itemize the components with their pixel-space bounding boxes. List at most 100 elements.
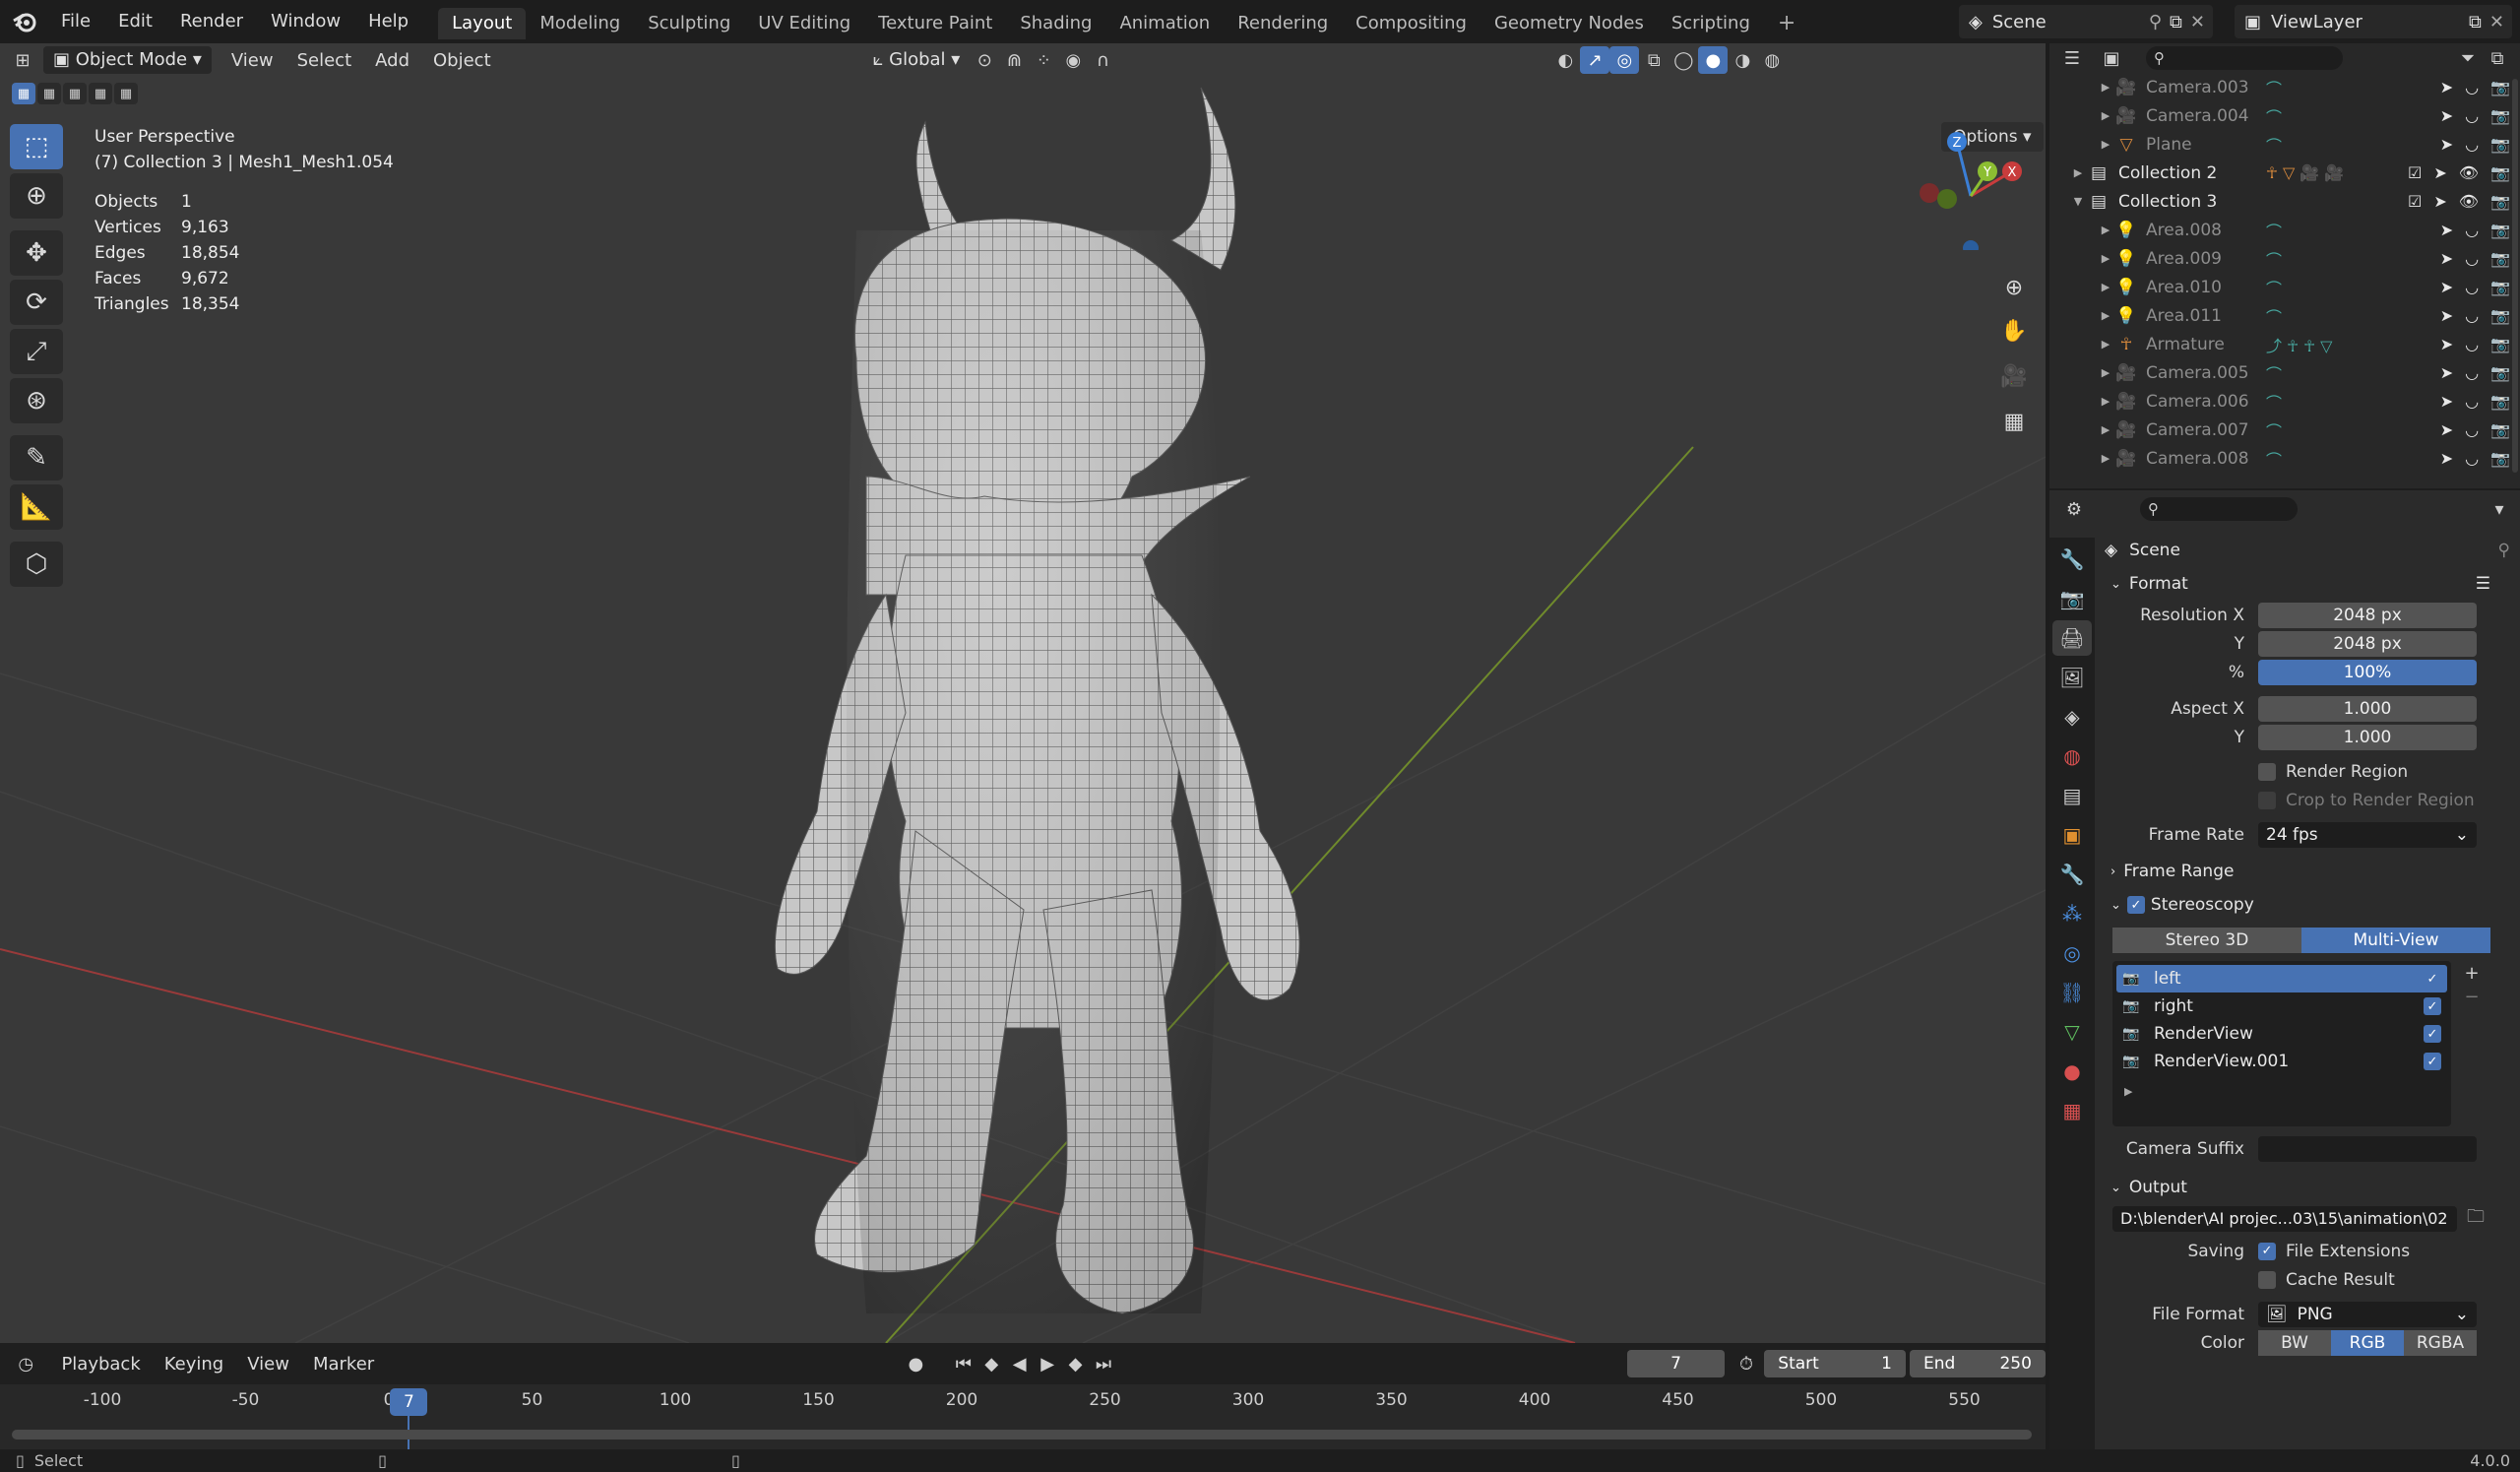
render-camera-icon[interactable]: 📷: [2490, 163, 2510, 182]
crop-region-checkbox[interactable]: [2258, 791, 2276, 809]
timeline-menu-marker[interactable]: Marker: [301, 1354, 386, 1375]
outliner-object-row[interactable]: ▶ 💡 Area.009 ⌒ ➤ ◡ 📷: [2049, 244, 2520, 273]
solid-shading-icon[interactable]: ●: [1698, 46, 1729, 74]
tab-texture-paint[interactable]: Texture Paint: [864, 8, 1006, 39]
physics-tab-icon[interactable]: ◎: [2052, 935, 2092, 971]
expand-right-icon[interactable]: ▶: [2097, 366, 2114, 379]
render-camera-icon[interactable]: 📷: [2490, 363, 2510, 382]
render-camera-icon[interactable]: 📷: [2490, 221, 2510, 239]
navigation-gizmo[interactable]: Z X Y: [1910, 122, 2028, 250]
snap-icon[interactable]: ⋒: [999, 46, 1029, 74]
tab-modeling[interactable]: Modeling: [526, 8, 634, 39]
file-extensions-row[interactable]: Saving ✓ File Extensions: [2099, 1237, 2520, 1265]
modifier-tab-icon[interactable]: 🔧: [2052, 857, 2092, 892]
selectable-arrow-icon[interactable]: ➤: [2440, 106, 2453, 125]
expand-right-icon[interactable]: ▶: [2097, 395, 2114, 408]
outliner-object-row[interactable]: ▶ 🎥 Camera.007 ⌒ ➤ ◡ 📷: [2049, 416, 2520, 444]
stereo-mode-stereo-3d[interactable]: Stereo 3D: [2112, 928, 2301, 953]
eye-icon[interactable]: ◡: [2465, 420, 2479, 439]
auto-keying-icon[interactable]: ●: [902, 1350, 929, 1377]
resolution-y-field[interactable]: 2048 px: [2258, 630, 2477, 657]
selectable-arrow-icon[interactable]: ➤: [2440, 221, 2453, 239]
proportional-edit-icon[interactable]: ◉: [1058, 46, 1088, 74]
constraints-tab-icon[interactable]: ⛓: [2052, 975, 2092, 1010]
file-format-dropdown[interactable]: 🖼 PNG ⌄: [2258, 1301, 2477, 1327]
frame-ruler[interactable]: -100 -50 0 50 100 150 200 250 300 350 400 450 500 550…: [0, 1384, 2046, 1455]
render-camera-icon[interactable]: 📷: [2490, 249, 2510, 268]
measure-tool-icon[interactable]: 📐: [10, 484, 63, 530]
stereoscopy-checkbox[interactable]: ✓: [2126, 896, 2145, 914]
aspect-x-field[interactable]: 1.000: [2258, 695, 2477, 722]
stereo-view-item[interactable]: 📷 right ✓: [2116, 992, 2447, 1020]
view-enabled-checkbox[interactable]: ✓: [2424, 1025, 2441, 1043]
viewport-menu-view[interactable]: View: [220, 50, 285, 71]
exclude-checkbox-icon[interactable]: ☑: [2408, 192, 2422, 211]
remove-view-icon[interactable]: −: [2459, 985, 2485, 1008]
timeline-menu-keying[interactable]: Keying: [153, 1354, 235, 1375]
expand-right-icon[interactable]: ▶: [2097, 109, 2114, 122]
menu-file[interactable]: File: [47, 0, 104, 43]
new-collection-icon[interactable]: ⧉: [2483, 44, 2512, 72]
view-layer-tab-icon[interactable]: 🖼: [2052, 660, 2092, 695]
tab-animation[interactable]: Animation: [1105, 8, 1224, 39]
tab-compositing[interactable]: Compositing: [1342, 8, 1480, 39]
stereoscopy-panel-header[interactable]: ⌄ ✓ Stereoscopy: [2099, 888, 2520, 922]
render-camera-icon[interactable]: 📷: [2490, 392, 2510, 411]
pivot-point-icon[interactable]: ⊙: [970, 46, 999, 74]
pan-hand-icon[interactable]: ✋: [1994, 311, 2034, 351]
stereo-mode-multi-view[interactable]: Multi-View: [2301, 928, 2490, 953]
output-path-input[interactable]: D:\blender\AI projec...03\15\animation\0…: [2112, 1205, 2457, 1232]
timeline-editor-type-icon[interactable]: ◷: [12, 1350, 39, 1377]
stereo-view-item[interactable]: 📷 RenderView ✓: [2116, 1020, 2447, 1048]
3d-viewport[interactable]: ⊞ ▣ Object Mode ▾ View Select Add Object ⟀ …: [0, 43, 2046, 1343]
transform-tool-icon[interactable]: ⊛: [10, 378, 63, 423]
render-region-row[interactable]: Render Region: [2099, 757, 2520, 786]
move-tool-icon[interactable]: ✥: [10, 230, 63, 276]
zoom-icon[interactable]: ⊕: [1994, 268, 2034, 307]
eye-icon[interactable]: ◡: [2465, 306, 2479, 325]
expand-right-icon[interactable]: ▶: [2097, 224, 2114, 236]
expand-right-icon[interactable]: ▶: [2069, 166, 2087, 179]
select-intersect-icon[interactable]: ▦: [114, 83, 138, 104]
selectable-arrow-icon[interactable]: ➤: [2440, 78, 2453, 96]
tab-scripting[interactable]: Scripting: [1658, 8, 1764, 39]
outliner-object-row[interactable]: ▶ ☥ Armature ⤴ ☥ ☥ ▽ ➤ ◡ 📷: [2049, 330, 2520, 358]
render-camera-icon[interactable]: 📷: [2490, 335, 2510, 353]
color-mode-bw[interactable]: BW: [2258, 1329, 2331, 1356]
expand-right-icon[interactable]: ▶: [2097, 252, 2114, 265]
selectable-arrow-icon[interactable]: ➤: [2433, 163, 2446, 182]
object-tab-icon[interactable]: ▣: [2052, 817, 2092, 853]
select-box-tool-icon[interactable]: ⬚: [10, 124, 63, 169]
data-tab-icon[interactable]: ▽: [2052, 1014, 2092, 1050]
end-frame-field[interactable]: End 250: [1909, 1350, 2046, 1377]
timeline-scrollbar[interactable]: [12, 1430, 2032, 1440]
eye-icon[interactable]: ◡: [2465, 363, 2479, 382]
collection-tab-icon[interactable]: ▤: [2052, 778, 2092, 813]
object-mode-dropdown[interactable]: ▣ Object Mode ▾: [43, 46, 212, 74]
selectable-arrow-icon[interactable]: ➤: [2440, 249, 2453, 268]
scene-selector[interactable]: ◈ Scene ⚲ ⧉ ✕: [1959, 5, 2213, 38]
overlay-toggle-icon[interactable]: ◎: [1609, 46, 1640, 74]
expand-right-icon[interactable]: ▶: [2097, 138, 2114, 151]
eye-icon[interactable]: ◡: [2465, 249, 2479, 268]
xray-icon[interactable]: ⧉: [1639, 46, 1669, 74]
expand-down-icon[interactable]: ▼: [2069, 195, 2087, 208]
folder-icon[interactable]: 🗀: [2461, 1205, 2490, 1233]
tab-geometry-nodes[interactable]: Geometry Nodes: [1480, 8, 1658, 39]
remove-scene-icon[interactable]: ✕: [2190, 12, 2205, 32]
selectable-arrow-icon[interactable]: ➤: [2440, 420, 2453, 439]
timeline-menu-view[interactable]: View: [235, 1354, 301, 1375]
cursor-tool-icon[interactable]: ⊕: [10, 173, 63, 219]
camera-view-icon[interactable]: 🎥: [1994, 356, 2034, 396]
context-pin-icon[interactable]: ⚲: [2498, 541, 2510, 560]
stereo-view-item[interactable]: 📷 left ✓: [2116, 965, 2447, 992]
ortho-grid-icon[interactable]: ▦: [1994, 402, 2034, 441]
texture-tab-icon[interactable]: ▦: [2052, 1093, 2092, 1128]
selectable-arrow-icon[interactable]: ➤: [2440, 278, 2453, 296]
visibility-icon[interactable]: ◐: [1550, 46, 1580, 74]
expand-right-icon[interactable]: ▶: [2097, 81, 2114, 94]
stopwatch-icon[interactable]: ⏱: [1732, 1350, 1760, 1377]
frame-range-panel-header[interactable]: › Frame Range: [2099, 855, 2520, 888]
eye-icon[interactable]: ◡: [2465, 449, 2479, 468]
jump-keyframe-forward-icon[interactable]: ◆: [1061, 1350, 1089, 1377]
